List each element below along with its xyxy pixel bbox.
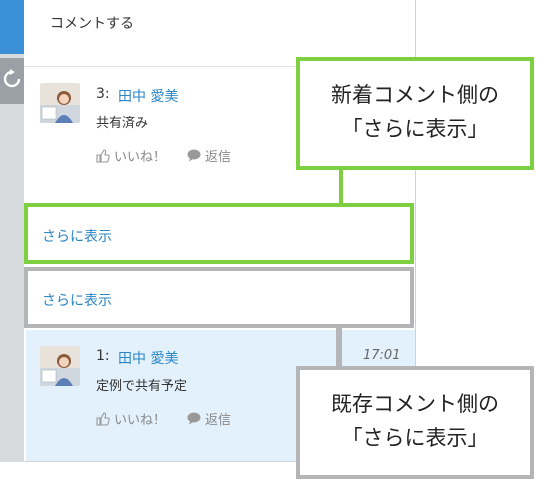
reply-label: 返信 [205, 413, 232, 428]
like-button[interactable]: いいね！ [96, 146, 166, 165]
thumbs-up-icon [96, 411, 110, 426]
comment-author-link[interactable]: 田中 愛美 [118, 348, 178, 368]
annotation-new-side: 新着コメント側の 「さらに表示」 [296, 57, 534, 170]
annotation-line: 「さらに表示」 [341, 426, 489, 450]
show-more-old-link[interactable]: さらに表示 [42, 290, 112, 310]
reply-label: 返信 [205, 150, 232, 165]
like-button[interactable]: いいね！ [96, 409, 166, 428]
show-more-new-link[interactable]: さらに表示 [42, 226, 112, 246]
comment-input-placeholder[interactable]: コメントする [50, 13, 134, 33]
reply-button[interactable]: 返信 [187, 409, 231, 428]
like-label: いいね！ [114, 413, 167, 428]
thumbs-up-icon [96, 148, 110, 163]
like-label: いいね！ [114, 150, 167, 165]
avatar[interactable] [40, 346, 80, 386]
annotation-line: 新着コメント側の [331, 83, 499, 107]
comment-number: 3: [96, 86, 110, 102]
speech-bubble-icon [187, 412, 201, 425]
comment-text: 共有済み [96, 116, 149, 131]
connector-line-green [339, 168, 343, 205]
refresh-icon [3, 69, 21, 88]
annotation-line: 「さらに表示」 [341, 117, 489, 141]
annotation-old-side: 既存コメント側の 「さらに表示」 [296, 366, 534, 479]
sidebar-tab[interactable] [0, 58, 24, 104]
comment-number: 1: [96, 348, 110, 364]
reply-button[interactable]: 返信 [187, 146, 231, 165]
comment-timestamp: 17:01 [363, 348, 401, 363]
speech-bubble-icon [187, 149, 201, 162]
avatar[interactable] [40, 83, 80, 123]
comment-author-link[interactable]: 田中 愛美 [118, 86, 178, 106]
comment-text: 定例で共有予定 [96, 379, 188, 394]
annotation-line: 既存コメント側の [331, 392, 499, 416]
sidebar-tab-active[interactable] [0, 0, 24, 54]
